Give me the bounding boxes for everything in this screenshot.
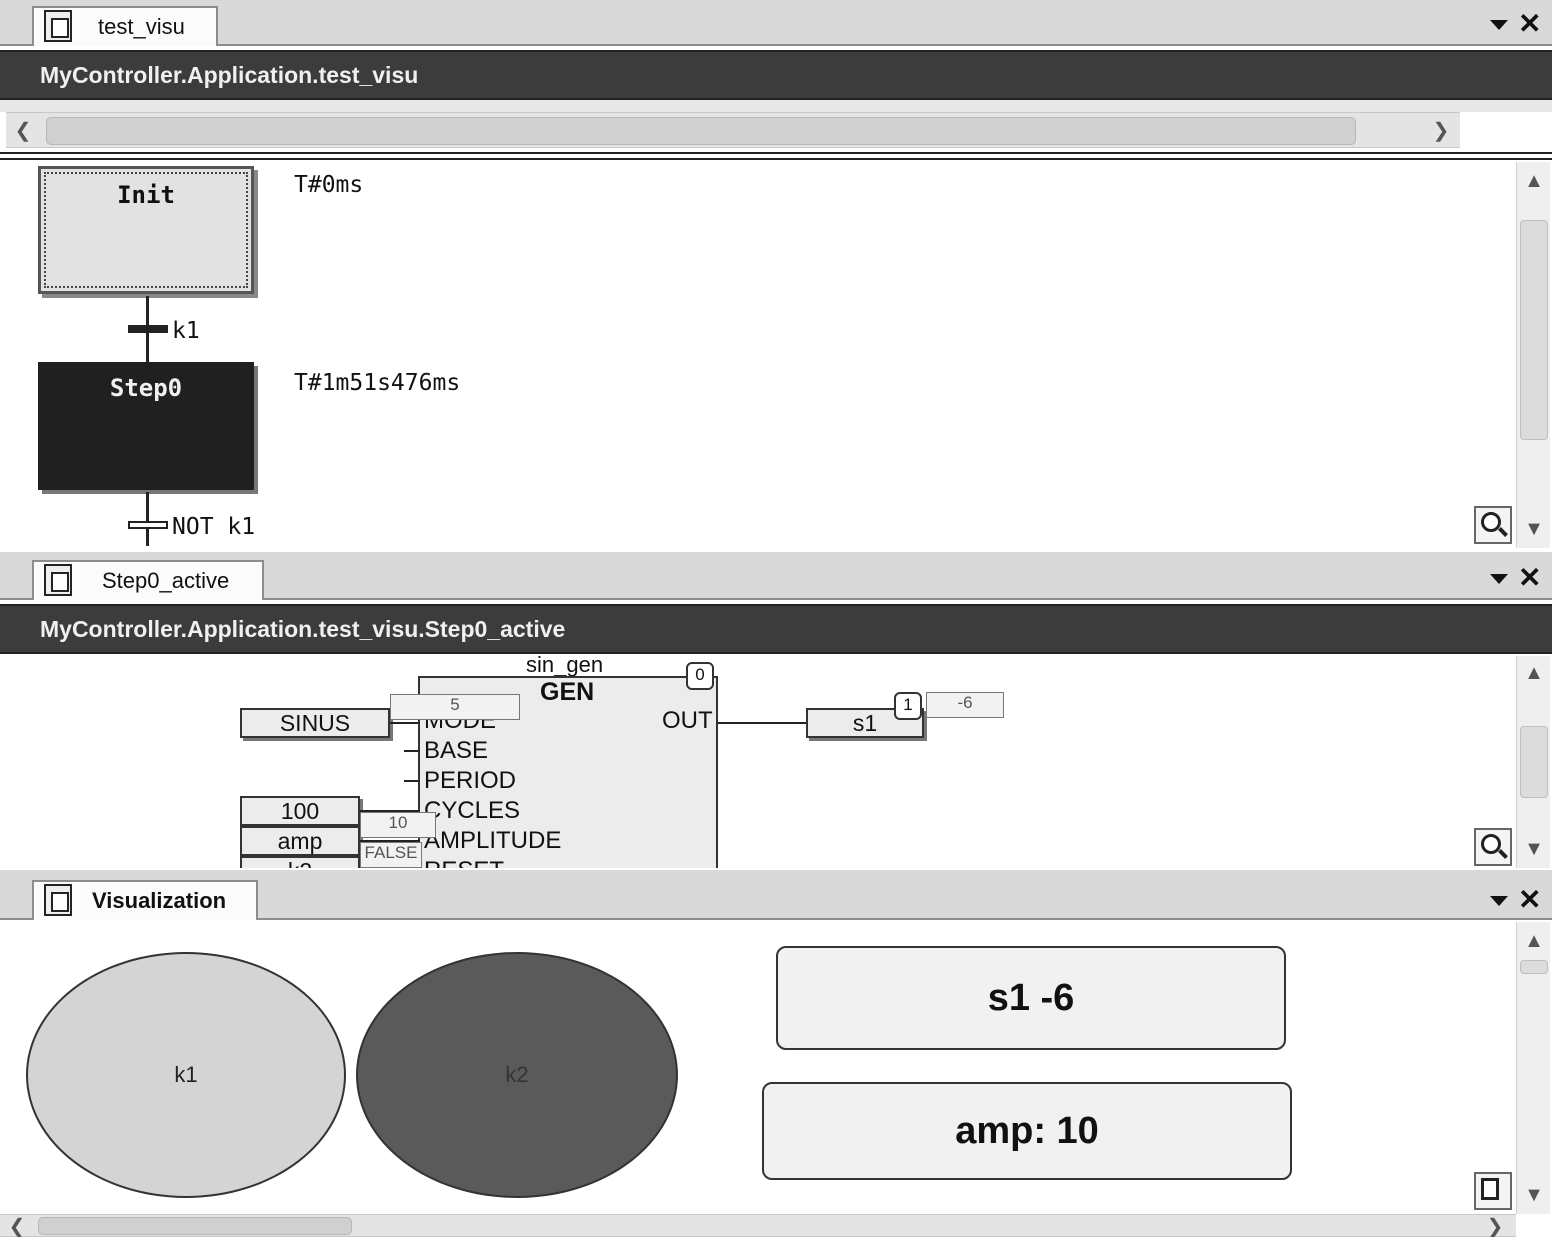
scroll-right-arrow-icon[interactable]: ❯ [1426, 115, 1456, 145]
scroll-down-arrow-icon[interactable]: ▼ [1519, 834, 1549, 864]
panel1-vertical-scroll-thumb[interactable] [1520, 220, 1548, 440]
panel1-menu-arrow-icon[interactable] [1490, 20, 1508, 30]
step-step0[interactable]: Step0 [38, 362, 254, 490]
panel3-page-icon[interactable] [1474, 1172, 1512, 1210]
scroll-up-arrow-icon[interactable]: ▲ [1519, 926, 1549, 956]
step-init-time: T#0ms [294, 172, 364, 198]
panel3-horizontal-scroll-thumb[interactable] [38, 1217, 352, 1235]
input-amplitude-amp[interactable]: amp [240, 826, 360, 856]
display-amp-text: amp: 10 [955, 1109, 1099, 1152]
output-online-value: -6 [926, 692, 1004, 718]
scroll-right-arrow-icon[interactable]: ❯ [1480, 1211, 1510, 1237]
panel2-title: MyController.Application.test_visu.Step0… [40, 615, 566, 642]
pin-cycles: CYCLES [424, 797, 521, 824]
tab-visualization-label: Visualization [92, 888, 227, 913]
step-step0-time: T#1m51s476ms [294, 370, 461, 396]
panel1-zoom-icon[interactable] [1474, 506, 1512, 544]
scroll-up-arrow-icon[interactable]: ▲ [1519, 658, 1549, 688]
fbd-canvas: sin_gen GEN MODE BASE PERIOD CYCLES AMPL… [0, 656, 1516, 868]
fb-type-label: GEN [540, 678, 595, 706]
pin-amplitude: AMPLITUDE [424, 827, 562, 854]
panel1-vertical-scrollbar[interactable]: ▲ ▼ [1516, 162, 1550, 548]
sfc-connector-2 [146, 492, 149, 546]
reset-online-value: FALSE [360, 842, 422, 868]
input-cycles-100[interactable]: 100 [240, 796, 360, 826]
tab-test-visu[interactable]: test_visu [32, 6, 218, 46]
input-reset-k2[interactable]: k2 [240, 856, 360, 868]
panel1-close-icon[interactable]: ✕ [1518, 10, 1541, 38]
pin-out: OUT [662, 707, 713, 734]
scroll-left-arrow-icon[interactable]: ❮ [2, 1211, 32, 1237]
scroll-down-arrow-icon[interactable]: ▼ [1519, 1180, 1549, 1210]
panel3-menu-arrow-icon[interactable] [1490, 896, 1508, 906]
panel3-vertical-scroll-thumb[interactable] [1520, 960, 1548, 974]
panel2-title-bar: MyController.Application.test_visu.Step0… [0, 604, 1552, 654]
fbd-document-icon [44, 564, 72, 596]
panel2-close-icon[interactable]: ✕ [1518, 564, 1541, 592]
panel3-horizontal-scrollbar[interactable]: ❮ ❯ [0, 1214, 1516, 1237]
sfc-document-icon [44, 10, 72, 42]
pin-base: BASE [424, 737, 489, 764]
breakpoint-output[interactable]: 1 [894, 692, 922, 720]
panel2-vertical-scroll-thumb[interactable] [1520, 726, 1548, 798]
panel3-vertical-scrollbar[interactable]: ▲ ▼ [1516, 922, 1550, 1214]
visualization-ellipse-k2[interactable]: k2 [356, 952, 678, 1198]
panel1-column-strip [0, 100, 1552, 112]
panel1-separator [0, 152, 1552, 160]
scroll-up-arrow-icon[interactable]: ▲ [1519, 166, 1549, 196]
panel3-tab-strip: Visualization ✕ [0, 870, 1552, 920]
fb-instance-name: sin_gen [526, 656, 604, 677]
ellipse-k1-label: k1 [174, 1062, 198, 1087]
pin-reset: RESET [424, 858, 504, 869]
panel2-tab-strip: Step0_active ✕ [0, 552, 1552, 600]
transition-not-k1[interactable] [128, 521, 168, 529]
ellipse-k2-label: k2 [505, 1062, 529, 1087]
panel1-horizontal-scroll-thumb[interactable] [46, 117, 1356, 145]
step-init[interactable]: Init [38, 166, 254, 294]
tab-visualization[interactable]: Visualization [32, 880, 258, 920]
transition-not-k1-label: NOT k1 [172, 514, 256, 540]
tab-step0-active[interactable]: Step0_active [32, 560, 264, 600]
scroll-down-arrow-icon[interactable]: ▼ [1519, 514, 1549, 544]
input-mode-sinus[interactable]: SINUS [240, 708, 390, 738]
tab-step0-active-label: Step0_active [102, 568, 230, 593]
panel2-menu-arrow-icon[interactable] [1490, 574, 1508, 584]
panel1-title: MyController.Application.test_visu [40, 61, 419, 88]
amplitude-online-value: 10 [360, 812, 436, 838]
visualization-document-icon [44, 884, 72, 916]
pin-period: PERIOD [424, 767, 517, 794]
step-step0-label: Step0 [109, 374, 183, 402]
visualization-display-amp[interactable]: amp: 10 [762, 1082, 1292, 1180]
panel2-vertical-scrollbar[interactable]: ▲ ▼ [1516, 656, 1550, 868]
visualization-display-s1[interactable]: s1 -6 [776, 946, 1286, 1050]
panel1-horizontal-scrollbar[interactable]: ❮ ❯ [6, 112, 1460, 148]
transition-k1[interactable] [128, 325, 168, 333]
scroll-left-arrow-icon[interactable]: ❮ [8, 115, 38, 145]
transition-k1-label: k1 [172, 318, 200, 344]
panel1-tab-strip: test_visu ✕ [0, 0, 1552, 46]
visualization-ellipse-k1[interactable]: k1 [26, 952, 346, 1198]
display-s1-text: s1 -6 [987, 976, 1075, 1019]
panel3-close-icon[interactable]: ✕ [1518, 886, 1541, 914]
panel2-zoom-icon[interactable] [1474, 828, 1512, 866]
step-init-label: Init [117, 181, 175, 209]
panel1-title-bar: MyController.Application.test_visu [0, 50, 1552, 100]
mode-online-value: 5 [390, 694, 520, 720]
breakpoint-block[interactable]: 0 [686, 662, 714, 690]
tab-test-visu-label: test_visu [98, 14, 185, 39]
